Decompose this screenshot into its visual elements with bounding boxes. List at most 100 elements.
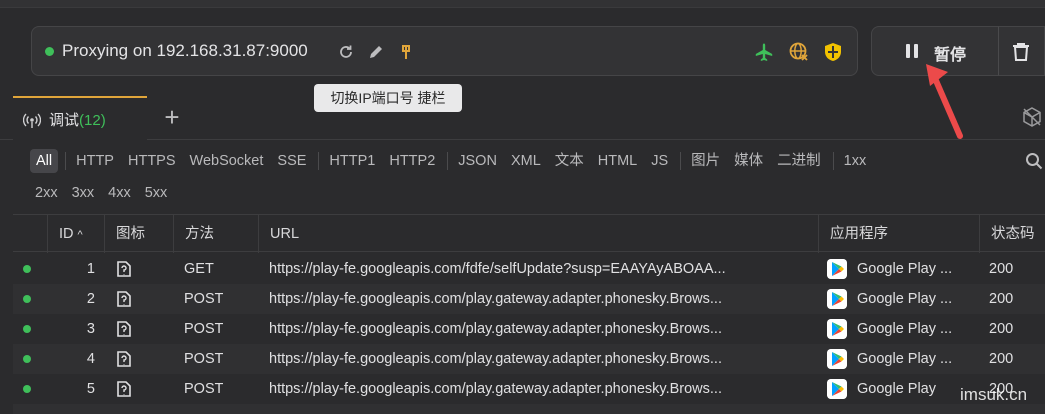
- table-row[interactable]: 5 POST https://play-fe.googleapis.com/play…: [13, 374, 1045, 404]
- filter-separator: [680, 152, 682, 170]
- annotation-arrow: [926, 64, 963, 139]
- filter-chip[interactable]: HTTP2: [384, 149, 440, 173]
- tab-debug-count: (12): [79, 112, 106, 129]
- cell-method: POST: [184, 321, 224, 337]
- cell-id: 5: [86, 381, 95, 397]
- cell-app: Google Play ...: [857, 351, 953, 367]
- cell-id: 2: [86, 291, 95, 307]
- document-icon: [117, 261, 131, 277]
- table-header: ID ^ 图标 方法 URL 应用程序 状态码: [13, 214, 1045, 253]
- table-row[interactable]: 1 GET https://play-fe.googleapis.com/fdfe/…: [13, 254, 1045, 284]
- cell-status: 200: [989, 291, 1014, 307]
- filter-chip[interactable]: 2xx: [30, 181, 63, 205]
- col-icon[interactable]: 图标: [104, 215, 173, 253]
- filter-chip[interactable]: HTTP: [71, 149, 119, 173]
- shield-icon[interactable]: [822, 41, 844, 63]
- filter-chip[interactable]: SSE: [272, 149, 311, 173]
- filter-chip[interactable]: JS: [646, 149, 673, 173]
- airplane-icon[interactable]: [753, 41, 775, 63]
- filter-chip[interactable]: WebSocket: [185, 149, 269, 173]
- filter-chip[interactable]: HTML: [593, 149, 642, 173]
- document-icon: [117, 351, 131, 367]
- filter-chip[interactable]: JSON: [453, 149, 502, 173]
- cell-method: GET: [184, 261, 214, 277]
- filter-chip[interactable]: XML: [506, 149, 546, 173]
- cube-icon[interactable]: [1021, 106, 1043, 128]
- filter-chip[interactable]: 1xx: [839, 149, 872, 173]
- table-row[interactable]: 3 POST https://play-fe.googleapis.com/play…: [13, 314, 1045, 344]
- google-play-icon: [827, 289, 847, 309]
- cell-method: POST: [184, 381, 224, 397]
- status-dot: [23, 385, 31, 393]
- google-play-icon: [827, 319, 847, 339]
- col-method[interactable]: 方法: [173, 215, 258, 253]
- filter-separator: [318, 152, 320, 170]
- globe-icon[interactable]: [788, 41, 810, 63]
- document-icon: [117, 291, 131, 307]
- filter-separator: [447, 152, 449, 170]
- trash-icon: [1013, 43, 1029, 61]
- status-dot: [23, 265, 31, 273]
- filter-row-2: 2xx 3xx 4xx 5xx: [30, 180, 176, 206]
- cell-url: https://play-fe.googleapis.com/fdfe/self…: [269, 261, 726, 277]
- pause-icon: [906, 44, 920, 60]
- document-icon: [117, 381, 131, 397]
- refresh-icon[interactable]: [335, 41, 357, 63]
- table-row[interactable]: 4 POST https://play-fe.googleapis.com/play…: [13, 344, 1045, 374]
- search-icon[interactable]: [1025, 152, 1043, 170]
- filter-chip[interactable]: 媒体: [729, 149, 768, 173]
- filter-chip[interactable]: 文本: [550, 149, 589, 173]
- top-strip: [0, 0, 1045, 8]
- cell-app: Google Play: [857, 381, 936, 397]
- cell-url: https://play-fe.googleapis.com/play.gate…: [269, 381, 722, 397]
- filter-chip[interactable]: HTTPS: [123, 149, 181, 173]
- add-tab-button[interactable]: +: [158, 104, 186, 132]
- col-status[interactable]: 状态码: [979, 215, 1045, 253]
- cell-url: https://play-fe.googleapis.com/play.gate…: [269, 291, 722, 307]
- cell-app: Google Play ...: [857, 321, 953, 337]
- google-play-icon: [827, 349, 847, 369]
- col-app[interactable]: 应用程序: [818, 215, 979, 253]
- cell-method: POST: [184, 351, 224, 367]
- tab-debug[interactable]: 调试(12): [13, 96, 147, 140]
- status-dot: [23, 325, 31, 333]
- watermark: imsuk.cn: [960, 385, 1028, 404]
- col-id[interactable]: ID ^: [47, 215, 103, 253]
- pin-icon[interactable]: [395, 41, 417, 63]
- document-icon: [117, 321, 131, 337]
- google-play-icon: [827, 379, 847, 399]
- table-row[interactable]: [13, 404, 1045, 414]
- filter-chip[interactable]: HTTP1: [324, 149, 380, 173]
- status-dot: [23, 295, 31, 303]
- cell-app: Google Play ...: [857, 291, 953, 307]
- proxy-status-text: Proxying on 192.168.31.87:9000: [62, 41, 308, 60]
- antenna-icon: [23, 113, 41, 128]
- cell-method: POST: [184, 291, 224, 307]
- edit-icon[interactable]: [365, 41, 387, 63]
- cell-id: 3: [86, 321, 95, 337]
- tab-debug-label: 调试(12): [49, 112, 106, 129]
- tooltip: 切换IP端口号 捷栏: [314, 84, 462, 112]
- filter-chip[interactable]: 5xx: [140, 181, 173, 205]
- col-url[interactable]: URL: [258, 215, 818, 253]
- filter-separator: [832, 152, 834, 170]
- cell-url: https://play-fe.googleapis.com/play.gate…: [269, 351, 722, 367]
- table-row[interactable]: 2 POST https://play-fe.googleapis.com/play…: [13, 284, 1045, 314]
- sort-asc-icon: ^: [77, 229, 83, 241]
- proxy-status-dot: [45, 47, 54, 56]
- traffic-table: ID ^ 图标 方法 URL 应用程序 状态码 1 GET https://play…: [13, 214, 1045, 414]
- cell-id: 1: [86, 261, 95, 277]
- cell-url: https://play-fe.googleapis.com/play.gate…: [269, 321, 722, 337]
- filter-chip[interactable]: 4xx: [103, 181, 136, 205]
- cell-app: Google Play ...: [857, 261, 953, 277]
- filter-chip[interactable]: All: [30, 149, 59, 173]
- status-dot: [23, 355, 31, 363]
- proxy-status-bar: Proxying on 192.168.31.87:9000: [31, 26, 858, 76]
- cell-id: 4: [86, 351, 95, 367]
- filter-chip[interactable]: 二进制: [772, 149, 826, 173]
- clear-button[interactable]: [998, 26, 1045, 76]
- cell-status: 200: [989, 351, 1014, 367]
- filter-chip[interactable]: 3xx: [67, 181, 100, 205]
- cell-status: 200: [989, 321, 1014, 337]
- filter-chip[interactable]: 图片: [686, 149, 725, 173]
